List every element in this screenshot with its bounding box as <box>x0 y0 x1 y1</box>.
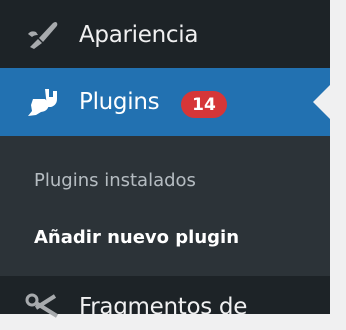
menu-item-fragmentos[interactable]: Fragmentos de <box>0 284 330 330</box>
current-menu-arrow <box>313 85 330 119</box>
submenu-item-anadir-nuevo-plugin[interactable]: Añadir nuevo plugin <box>34 227 239 248</box>
brush-icon <box>25 18 59 52</box>
plugins-submenu: Plugins instalados Añadir nuevo plugin <box>0 136 330 276</box>
menu-item-plugins[interactable]: Plugins 14 <box>0 68 330 136</box>
admin-sidebar-menu: Apariencia Plugins 14 Plugins instalados… <box>0 0 330 320</box>
menu-item-label: Apariencia <box>79 22 199 48</box>
menu-item-label: Fragmentos de <box>79 294 248 320</box>
submenu-item-plugins-instalados[interactable]: Plugins instalados <box>34 170 196 191</box>
menu-item-label: Plugins <box>79 89 160 115</box>
scissors-icon <box>25 290 59 324</box>
menu-item-apariencia[interactable]: Apariencia <box>0 12 330 58</box>
update-count-badge: 14 <box>181 91 227 118</box>
plugin-plug-icon <box>25 85 59 119</box>
